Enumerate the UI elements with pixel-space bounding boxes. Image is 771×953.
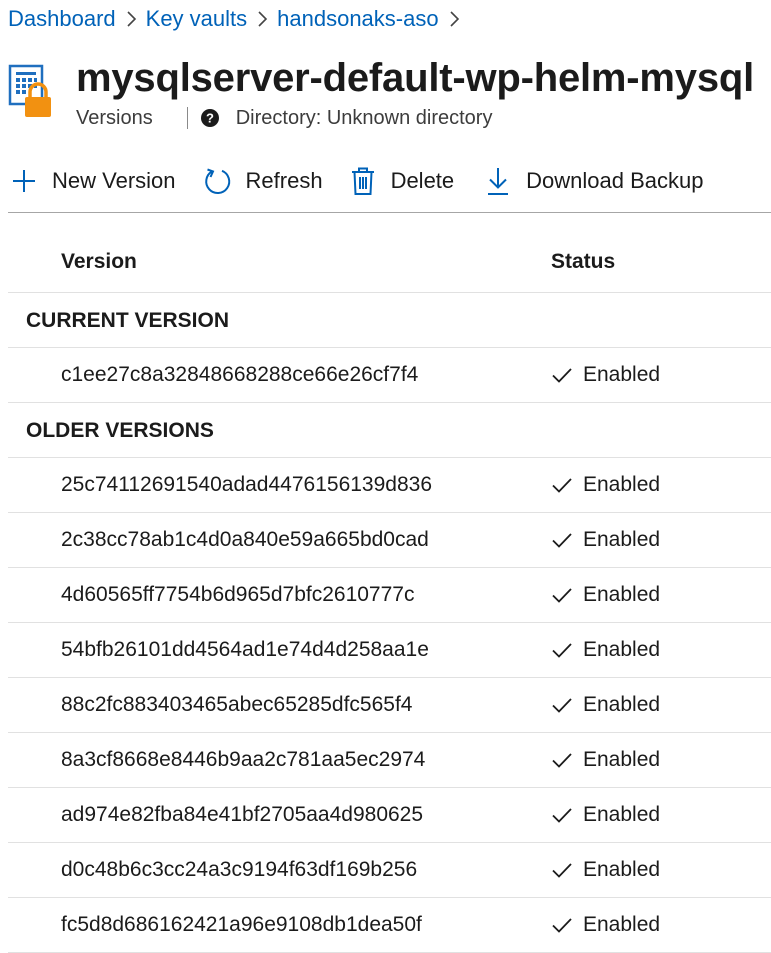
column-header-version[interactable]: Version bbox=[61, 236, 137, 288]
chevron-right-icon bbox=[247, 4, 277, 34]
status-text: Enabled bbox=[583, 748, 661, 771]
breadcrumb-handsonaks-aso[interactable]: handsonaks-aso bbox=[277, 6, 438, 32]
version-id: c1ee27c8a32848668288ce66e26cf7f4 bbox=[61, 363, 419, 386]
column-header-status[interactable]: Status bbox=[551, 236, 615, 288]
version-id: 2c38cc78ab1c4d0a840e59a665bd0cad bbox=[61, 528, 429, 551]
table-row[interactable]: c1ee27c8a32848668288ce66e26cf7f4 Enabled bbox=[8, 348, 771, 403]
group-label: CURRENT VERSION bbox=[26, 309, 230, 332]
status-text: Enabled bbox=[583, 473, 661, 496]
checkmark-icon bbox=[551, 749, 573, 771]
status-cell: Enabled bbox=[551, 678, 660, 732]
key-vault-secret-icon bbox=[8, 64, 58, 120]
new-version-button[interactable]: New Version bbox=[8, 158, 176, 204]
group-header-older-versions: OLDER VERSIONS bbox=[8, 403, 771, 458]
info-icon[interactable]: ? bbox=[200, 108, 220, 128]
status-cell: Enabled bbox=[551, 458, 660, 512]
version-id: d0c48b6c3cc24a3c9194f63df169b256 bbox=[61, 858, 418, 881]
table-header: Version Status bbox=[8, 236, 771, 293]
trash-icon bbox=[347, 165, 379, 197]
group-header-current-version: CURRENT VERSION bbox=[8, 293, 771, 348]
plus-icon bbox=[8, 165, 40, 197]
status-text: Enabled bbox=[583, 363, 661, 386]
checkmark-icon bbox=[551, 474, 573, 496]
status-cell: Enabled bbox=[551, 623, 660, 677]
status-text: Enabled bbox=[583, 803, 661, 826]
version-id: fc5d8d686162421a96e9108db1dea50f bbox=[61, 913, 422, 936]
svg-text:?: ? bbox=[206, 111, 214, 126]
command-bar: New Version Refresh Delete Download Back… bbox=[8, 158, 704, 204]
refresh-icon bbox=[202, 165, 234, 197]
new-version-label: New Version bbox=[52, 168, 176, 193]
status-cell: Enabled bbox=[551, 733, 660, 787]
checkmark-icon bbox=[551, 364, 573, 386]
status-cell: Enabled bbox=[551, 788, 660, 842]
checkmark-icon bbox=[551, 914, 573, 936]
table-row[interactable]: ad974e82fba84e41bf2705aa4d980625 Enabled bbox=[8, 788, 771, 843]
download-backup-label: Download Backup bbox=[526, 168, 704, 193]
page-title: mysqlserver-default-wp-helm-mysql bbox=[76, 56, 755, 100]
version-id: ad974e82fba84e41bf2705aa4d980625 bbox=[61, 803, 424, 826]
subtitle-divider bbox=[186, 107, 188, 129]
checkmark-icon bbox=[551, 584, 573, 606]
status-text: Enabled bbox=[583, 858, 661, 881]
version-id: 25c74112691540adad4476156139d836 bbox=[61, 473, 432, 496]
checkmark-icon bbox=[551, 639, 573, 661]
version-id: 88c2fc883403465abec65285dfc565f4 bbox=[61, 693, 413, 716]
delete-label: Delete bbox=[390, 168, 455, 193]
checkmark-icon bbox=[551, 859, 573, 881]
table-row[interactable]: fc5d8d686162421a96e9108db1dea50f Enabled bbox=[8, 898, 771, 953]
page-subtitle: Versions bbox=[76, 106, 153, 129]
status-cell: Enabled bbox=[551, 898, 660, 952]
table-row[interactable]: 88c2fc883403465abec65285dfc565f4 Enabled bbox=[8, 678, 771, 733]
delete-button[interactable]: Delete bbox=[347, 158, 455, 204]
status-text: Enabled bbox=[583, 913, 661, 936]
table-row[interactable]: d0c48b6c3cc24a3c9194f63df169b256 Enabled bbox=[8, 843, 771, 898]
chevron-right-icon bbox=[116, 4, 146, 34]
status-text: Enabled bbox=[583, 583, 661, 606]
toolbar-divider bbox=[8, 212, 771, 213]
download-backup-button[interactable]: Download Backup bbox=[482, 158, 704, 204]
checkmark-icon bbox=[551, 804, 573, 826]
breadcrumb-key-vaults[interactable]: Key vaults bbox=[146, 6, 248, 32]
refresh-label: Refresh bbox=[245, 168, 323, 193]
status-cell: Enabled bbox=[551, 568, 660, 622]
table-row[interactable]: 4d60565ff7754b6d965d7bfc2610777c Enabled bbox=[8, 568, 771, 623]
breadcrumb-dashboard[interactable]: Dashboard bbox=[8, 6, 116, 32]
breadcrumb: Dashboard Key vaults handsonaks-aso bbox=[8, 4, 469, 34]
table-row[interactable]: 54bfb26101dd4564ad1e74d4d258aa1e Enabled bbox=[8, 623, 771, 678]
status-cell: Enabled bbox=[551, 348, 660, 402]
version-id: 54bfb26101dd4564ad1e74d4d258aa1e bbox=[61, 638, 429, 661]
page-subtitle-row: Versions ? Directory: Unknown directory bbox=[76, 104, 492, 132]
status-text: Enabled bbox=[583, 528, 661, 551]
checkmark-icon bbox=[551, 694, 573, 716]
chevron-right-icon bbox=[439, 4, 469, 34]
status-text: Enabled bbox=[583, 638, 661, 661]
checkmark-icon bbox=[551, 529, 573, 551]
version-id: 4d60565ff7754b6d965d7bfc2610777c bbox=[61, 583, 415, 606]
directory-label: Directory: Unknown directory bbox=[235, 106, 493, 129]
table-row[interactable]: 8a3cf8668e8446b9aa2c781aa5ec2974 Enabled bbox=[8, 733, 771, 788]
download-icon bbox=[482, 165, 514, 197]
version-id: 8a3cf8668e8446b9aa2c781aa5ec2974 bbox=[61, 748, 426, 771]
status-text: Enabled bbox=[583, 693, 661, 716]
group-label: OLDER VERSIONS bbox=[26, 419, 214, 442]
refresh-button[interactable]: Refresh bbox=[202, 158, 323, 204]
status-cell: Enabled bbox=[551, 513, 660, 567]
table-row[interactable]: 25c74112691540adad4476156139d836 Enabled bbox=[8, 458, 771, 513]
status-cell: Enabled bbox=[551, 843, 660, 897]
versions-table: Version Status CURRENT VERSION c1ee27c8a… bbox=[8, 236, 771, 953]
table-row[interactable]: 2c38cc78ab1c4d0a840e59a665bd0cad Enabled bbox=[8, 513, 771, 568]
